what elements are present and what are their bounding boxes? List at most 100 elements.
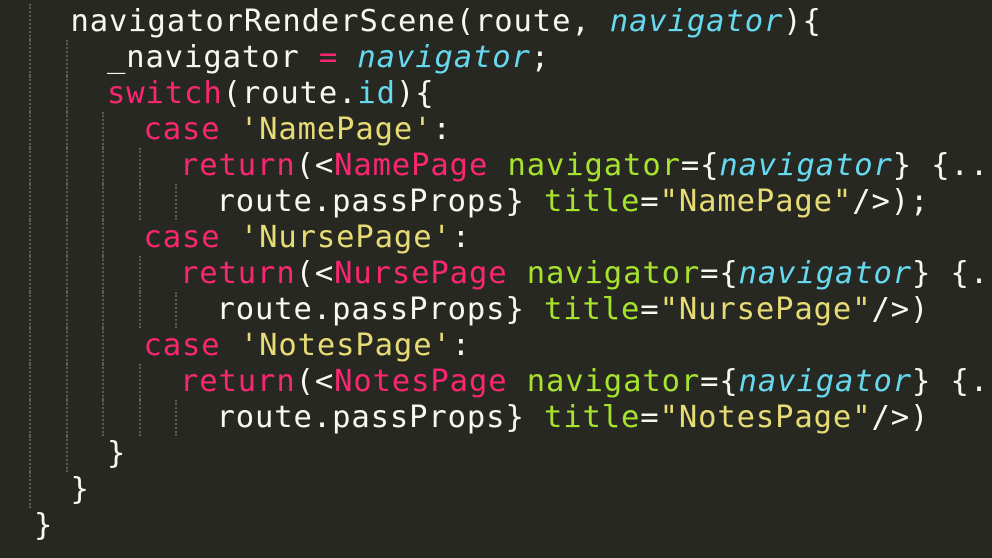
indent-guide <box>29 112 31 148</box>
indent-guide <box>29 220 31 256</box>
code-line[interactable]: _navigator = navigator; <box>107 40 550 76</box>
indent-guide <box>175 184 177 220</box>
code-editor[interactable]: navigatorRenderScene(route, navigator){_… <box>0 0 992 558</box>
indent-guide <box>102 400 104 436</box>
code-line[interactable]: switch(route.id){ <box>107 76 434 112</box>
code-token-parameter: navigator <box>719 148 893 183</box>
indent-guide <box>138 292 141 328</box>
indent-guide <box>102 292 104 328</box>
indent-guide <box>138 364 141 400</box>
code-token-attribute: navigator <box>526 256 701 291</box>
indent-guide <box>65 184 68 220</box>
code-line[interactable]: return(<NotesPage navigator={navigator} … <box>180 364 992 400</box>
code-token-keyword: case <box>143 220 221 255</box>
code-token-plain: = <box>640 292 660 327</box>
indent-guide <box>29 436 31 472</box>
indent-guide <box>102 364 104 400</box>
code-token-plain: (< <box>295 364 335 399</box>
code-token-plain: : <box>451 328 471 363</box>
code-token-plain: } <box>70 472 90 507</box>
code-token-attribute: title <box>543 400 641 435</box>
code-token-string: 'NotesPage' <box>239 328 452 363</box>
code-token-plain: _navigator <box>107 40 319 75</box>
code-token-parameter: navigator <box>609 4 784 39</box>
indent-guide <box>102 184 104 220</box>
code-token-plain: (< <box>295 148 335 183</box>
code-token-keyword: case <box>143 112 221 147</box>
code-token-plain: { <box>719 364 739 399</box>
code-token-plain: ){ <box>395 76 435 111</box>
code-token-plain: { <box>700 148 720 183</box>
code-token-plain: = <box>640 400 660 435</box>
code-token-plain: = <box>700 256 720 291</box>
code-token-parameter: navigator <box>738 256 913 291</box>
indent-guide <box>29 400 31 436</box>
indent-guide <box>29 256 31 292</box>
code-token-keyword: switch <box>107 76 223 111</box>
code-token-plain: } {... <box>912 364 992 399</box>
code-line[interactable]: case 'NotesPage': <box>144 328 471 364</box>
code-token-keyword: return <box>180 364 296 399</box>
code-line[interactable]: } <box>34 508 53 544</box>
code-token-keyword: NursePage <box>334 256 508 291</box>
indent-guide <box>29 76 31 112</box>
code-line[interactable]: case 'NamePage': <box>144 112 452 148</box>
code-token-parameter: navigator <box>738 364 913 399</box>
code-token-plain: : <box>432 112 452 147</box>
indent-guide <box>102 328 104 364</box>
indent-guide <box>65 400 68 436</box>
code-token-string: 'NamePage' <box>239 112 433 147</box>
indent-guide <box>29 472 31 508</box>
code-token-plain: />) <box>871 292 930 327</box>
code-token-string: 'NursePage' <box>239 220 452 255</box>
code-token-string: "NamePage" <box>659 184 853 219</box>
code-token-plain: route.passProps} <box>216 184 544 219</box>
code-token-parameter: navigator <box>357 40 531 75</box>
code-token-plain: { <box>719 256 739 291</box>
code-token-string: "NotesPage" <box>659 400 872 435</box>
indent-guide <box>65 364 68 400</box>
indent-guide <box>138 256 141 292</box>
indent-guide <box>29 184 31 220</box>
indent-guide <box>29 328 31 364</box>
code-token-plain: } {... <box>892 148 992 183</box>
indent-guide <box>138 400 141 436</box>
code-token-plain: = <box>640 184 660 219</box>
code-line[interactable]: route.passProps} title="NursePage"/>) <box>217 292 930 328</box>
indent-guide <box>29 292 31 328</box>
indent-guide <box>29 40 31 76</box>
code-token-keyword: return <box>180 256 296 291</box>
code-token-plain: (route. <box>222 76 358 111</box>
indent-guide <box>65 436 68 472</box>
indent-guide <box>138 148 141 184</box>
indent-guide <box>102 112 104 148</box>
code-token-plain: />) <box>871 400 930 435</box>
code-token-plain: = <box>700 364 720 399</box>
code-line[interactable]: route.passProps} title="NamePage"/>); <box>217 184 930 220</box>
indent-guide <box>175 400 177 436</box>
indent-guide <box>29 364 31 400</box>
code-line[interactable]: return(<NursePage navigator={navigator} … <box>180 256 992 292</box>
indent-guide <box>65 292 68 328</box>
code-line[interactable]: navigatorRenderScene(route, navigator){ <box>71 4 822 40</box>
code-line[interactable]: } <box>71 472 90 508</box>
code-line[interactable]: return(<NamePage navigator={navigator} {… <box>180 148 992 184</box>
code-line[interactable]: case 'NursePage': <box>144 220 471 256</box>
code-token-plain: = <box>680 148 701 183</box>
code-line[interactable]: route.passProps} title="NotesPage"/>) <box>217 400 930 436</box>
code-token-plain: : <box>451 220 471 255</box>
code-token-keyword: case <box>143 328 221 363</box>
code-token-plain: ){ <box>783 4 822 39</box>
indent-guide <box>138 184 141 220</box>
indent-guide <box>175 292 177 328</box>
indent-guide <box>65 112 68 148</box>
code-token-plain: route.passProps} <box>216 400 544 435</box>
code-token-attribute: title <box>543 184 641 219</box>
code-line[interactable]: } <box>107 436 126 472</box>
